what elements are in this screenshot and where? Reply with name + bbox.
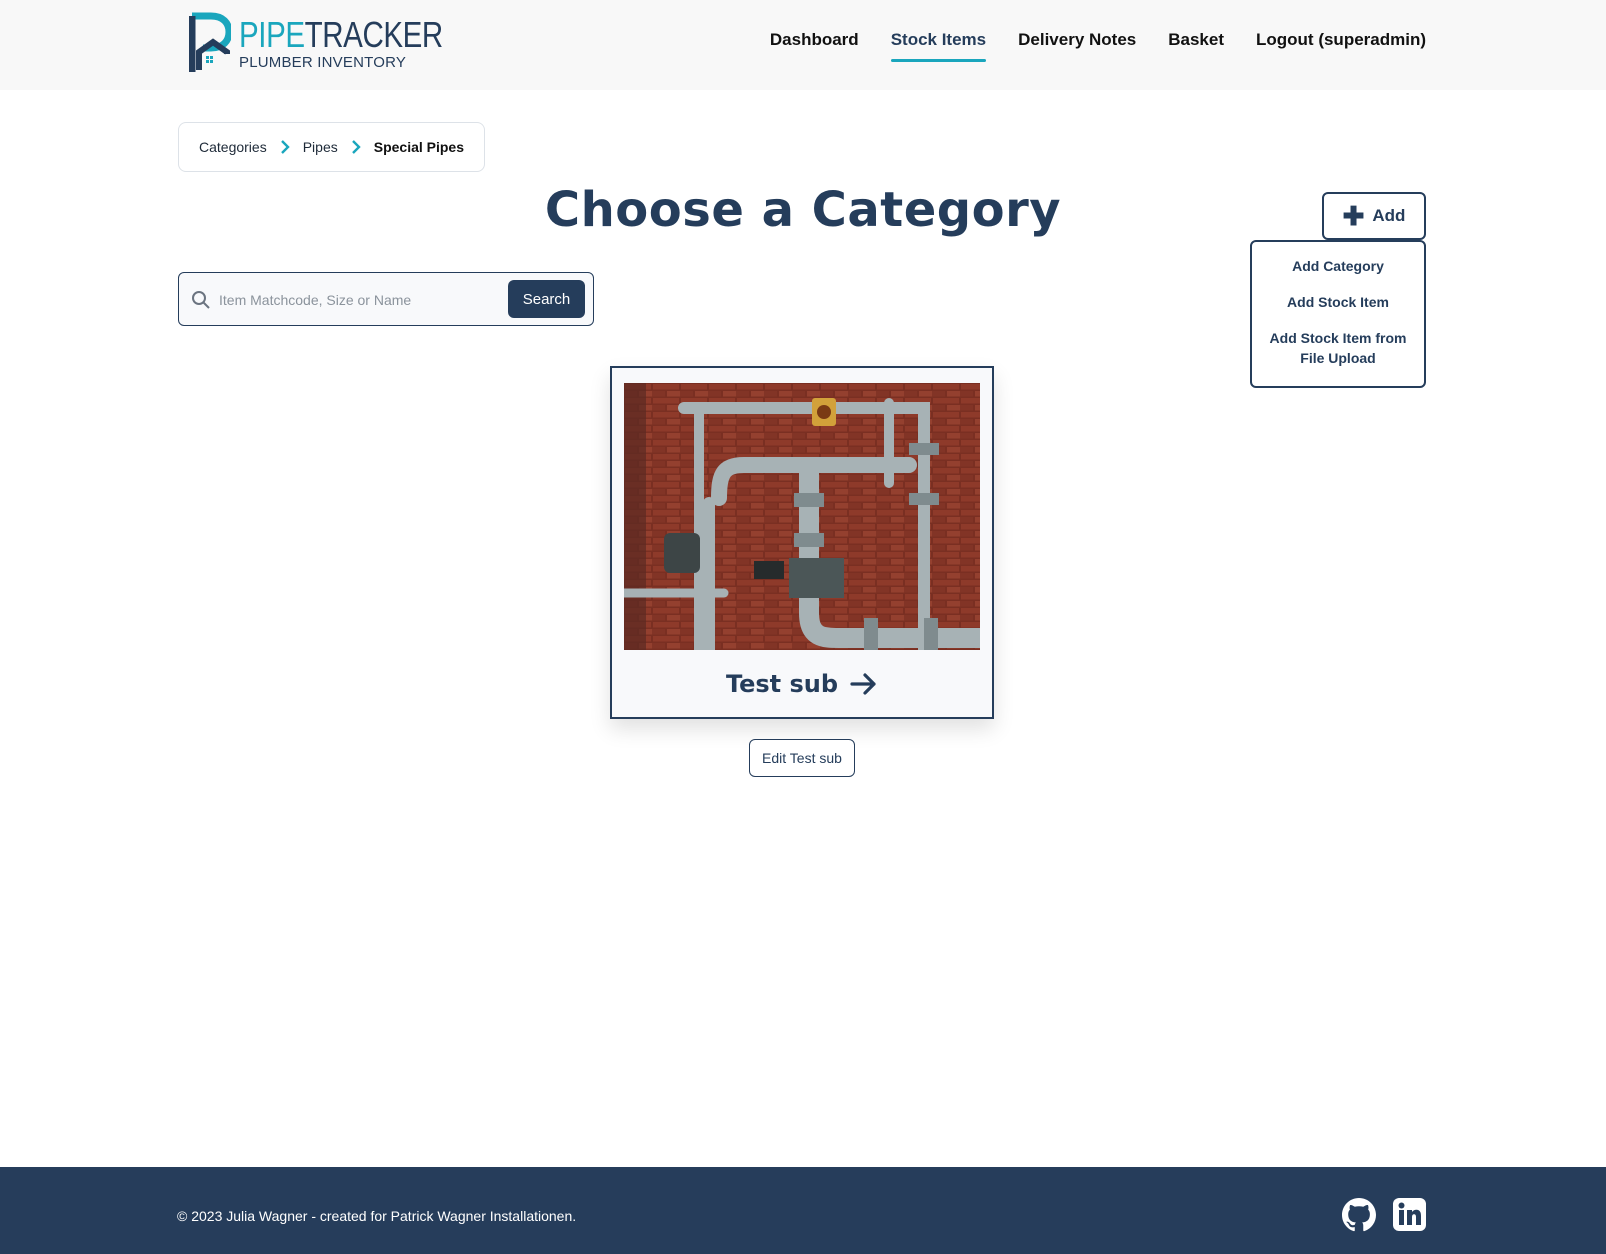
top-navbar: PIPETRACKER PLUMBER INVENTORY Dashboard … <box>0 0 1606 90</box>
nav-stock-items[interactable]: Stock Items <box>890 30 987 62</box>
nav-logout[interactable]: Logout (superadmin) <box>1256 30 1426 50</box>
nav-dashboard[interactable]: Dashboard <box>770 30 859 50</box>
menu-add-stock-item[interactable]: Add Stock Item <box>1252 292 1424 312</box>
menu-add-category[interactable]: Add Category <box>1252 256 1424 276</box>
main-nav: Dashboard Stock Items Delivery Notes Bas… <box>770 30 1426 62</box>
search-bar: Search <box>178 272 594 326</box>
chevron-right-icon <box>351 140 361 154</box>
linkedin-icon[interactable] <box>1393 1198 1426 1231</box>
github-icon[interactable] <box>1342 1198 1376 1232</box>
add-button[interactable]: ✚ Add <box>1322 192 1426 240</box>
pipes-on-brick-wall-photo <box>624 383 980 650</box>
search-icon <box>192 291 210 309</box>
footer: © 2023 Julia Wagner - created for Patric… <box>0 1167 1606 1254</box>
category-card-label: Test sub <box>612 670 992 698</box>
nav-basket[interactable]: Basket <box>1168 30 1224 50</box>
chevron-right-icon <box>280 140 290 154</box>
add-dropdown-menu: Add Category Add Stock Item Add Stock It… <box>1250 240 1426 388</box>
add-button-label: Add <box>1372 206 1406 225</box>
copyright-text: © 2023 Julia Wagner - created for Patric… <box>177 1208 577 1224</box>
nav-delivery-notes[interactable]: Delivery Notes <box>1018 30 1136 50</box>
breadcrumb-special-pipes: Special Pipes <box>373 139 465 155</box>
category-card[interactable]: Test sub <box>610 366 994 719</box>
logo-mark-icon <box>189 12 231 72</box>
brand-name-part1: PIPE <box>239 14 305 55</box>
menu-add-stock-item-file-upload[interactable]: Add Stock Item from File Upload <box>1252 328 1424 368</box>
category-name: Test sub <box>725 670 839 698</box>
search-button[interactable]: Search <box>508 280 585 318</box>
arrow-right-icon <box>850 673 876 695</box>
search-input[interactable] <box>219 285 499 315</box>
breadcrumb-categories[interactable]: Categories <box>199 139 267 155</box>
brand-subtitle: PLUMBER INVENTORY <box>239 54 407 71</box>
brand-logo[interactable]: PIPETRACKER PLUMBER INVENTORY <box>189 12 443 74</box>
plus-icon: ✚ <box>1342 201 1365 231</box>
brand-name: PIPETRACKER <box>239 16 443 54</box>
breadcrumb: Categories Pipes Special Pipes <box>178 122 486 172</box>
edit-category-button[interactable]: Edit Test sub <box>749 739 855 777</box>
breadcrumb-pipes[interactable]: Pipes <box>303 139 338 155</box>
brand-name-part2: TRACKER <box>304 14 444 55</box>
